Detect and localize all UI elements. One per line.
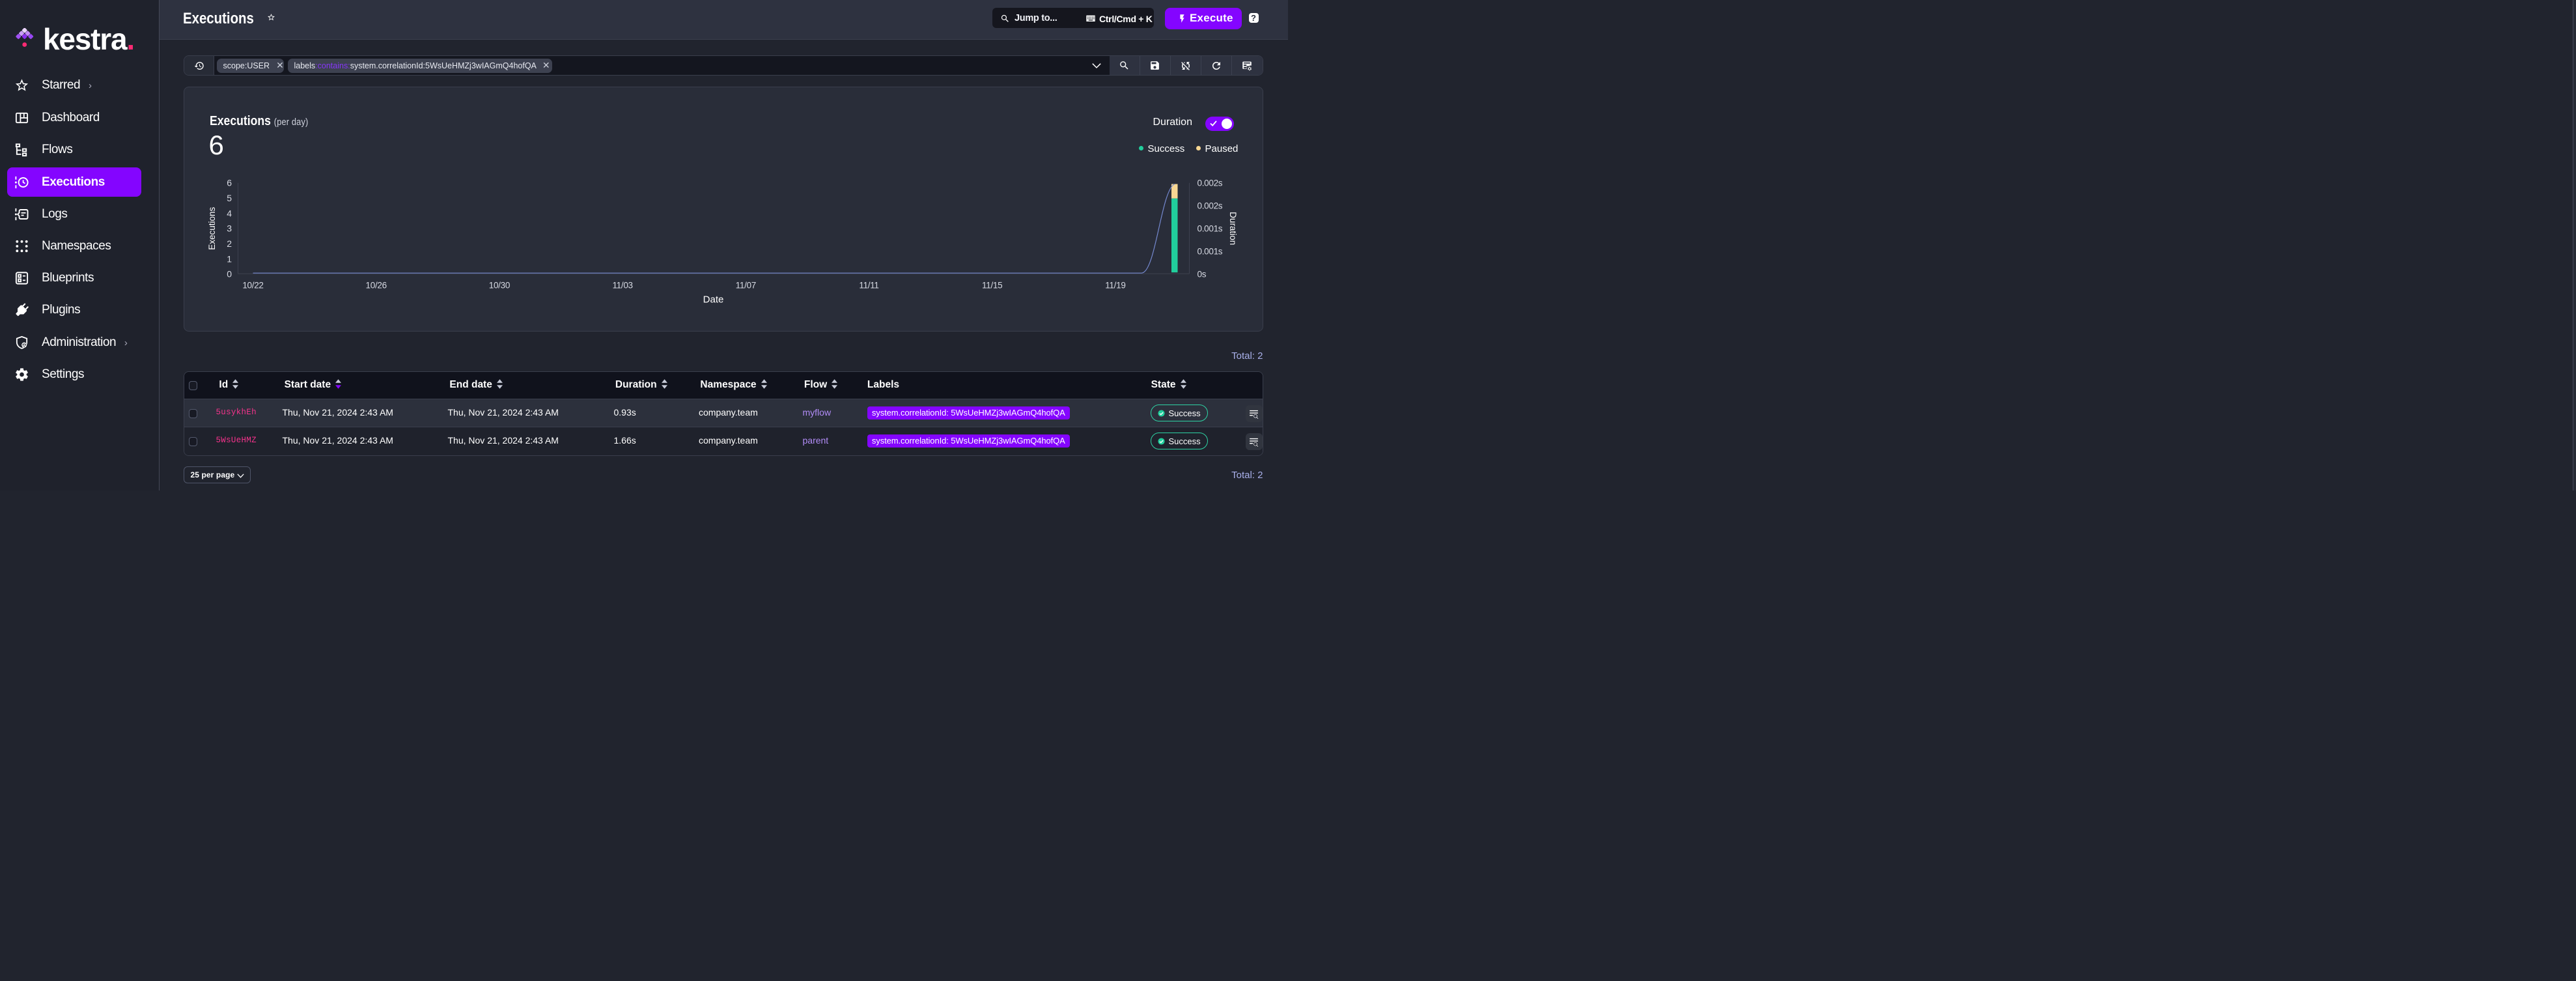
svg-text:6: 6 — [227, 178, 232, 188]
svg-text:4: 4 — [227, 208, 232, 219]
svg-text:0.002s: 0.002s — [1197, 178, 1222, 188]
svg-text:11/07: 11/07 — [735, 281, 755, 291]
svg-text:Executions: Executions — [207, 207, 217, 250]
svg-text:0.002s: 0.002s — [1197, 201, 1222, 211]
svg-text:10/30: 10/30 — [488, 281, 509, 291]
svg-text:11/03: 11/03 — [612, 281, 632, 291]
svg-text:0.001s: 0.001s — [1197, 224, 1222, 234]
svg-text:0.001s: 0.001s — [1197, 247, 1222, 257]
svg-text:0s: 0s — [1197, 270, 1206, 279]
svg-text:5: 5 — [227, 193, 232, 203]
svg-text:11/15: 11/15 — [982, 281, 1002, 291]
svg-text:1: 1 — [227, 254, 232, 264]
svg-text:10/22: 10/22 — [242, 281, 263, 291]
svg-text:Date: Date — [703, 294, 723, 306]
svg-text:10/26: 10/26 — [365, 281, 386, 291]
svg-text:3: 3 — [227, 223, 232, 234]
svg-text:2: 2 — [227, 238, 232, 249]
svg-text:Duration: Duration — [1228, 212, 1238, 245]
svg-text:0: 0 — [227, 269, 232, 279]
svg-text:11/11: 11/11 — [859, 281, 878, 291]
svg-text:11/19: 11/19 — [1105, 281, 1125, 291]
